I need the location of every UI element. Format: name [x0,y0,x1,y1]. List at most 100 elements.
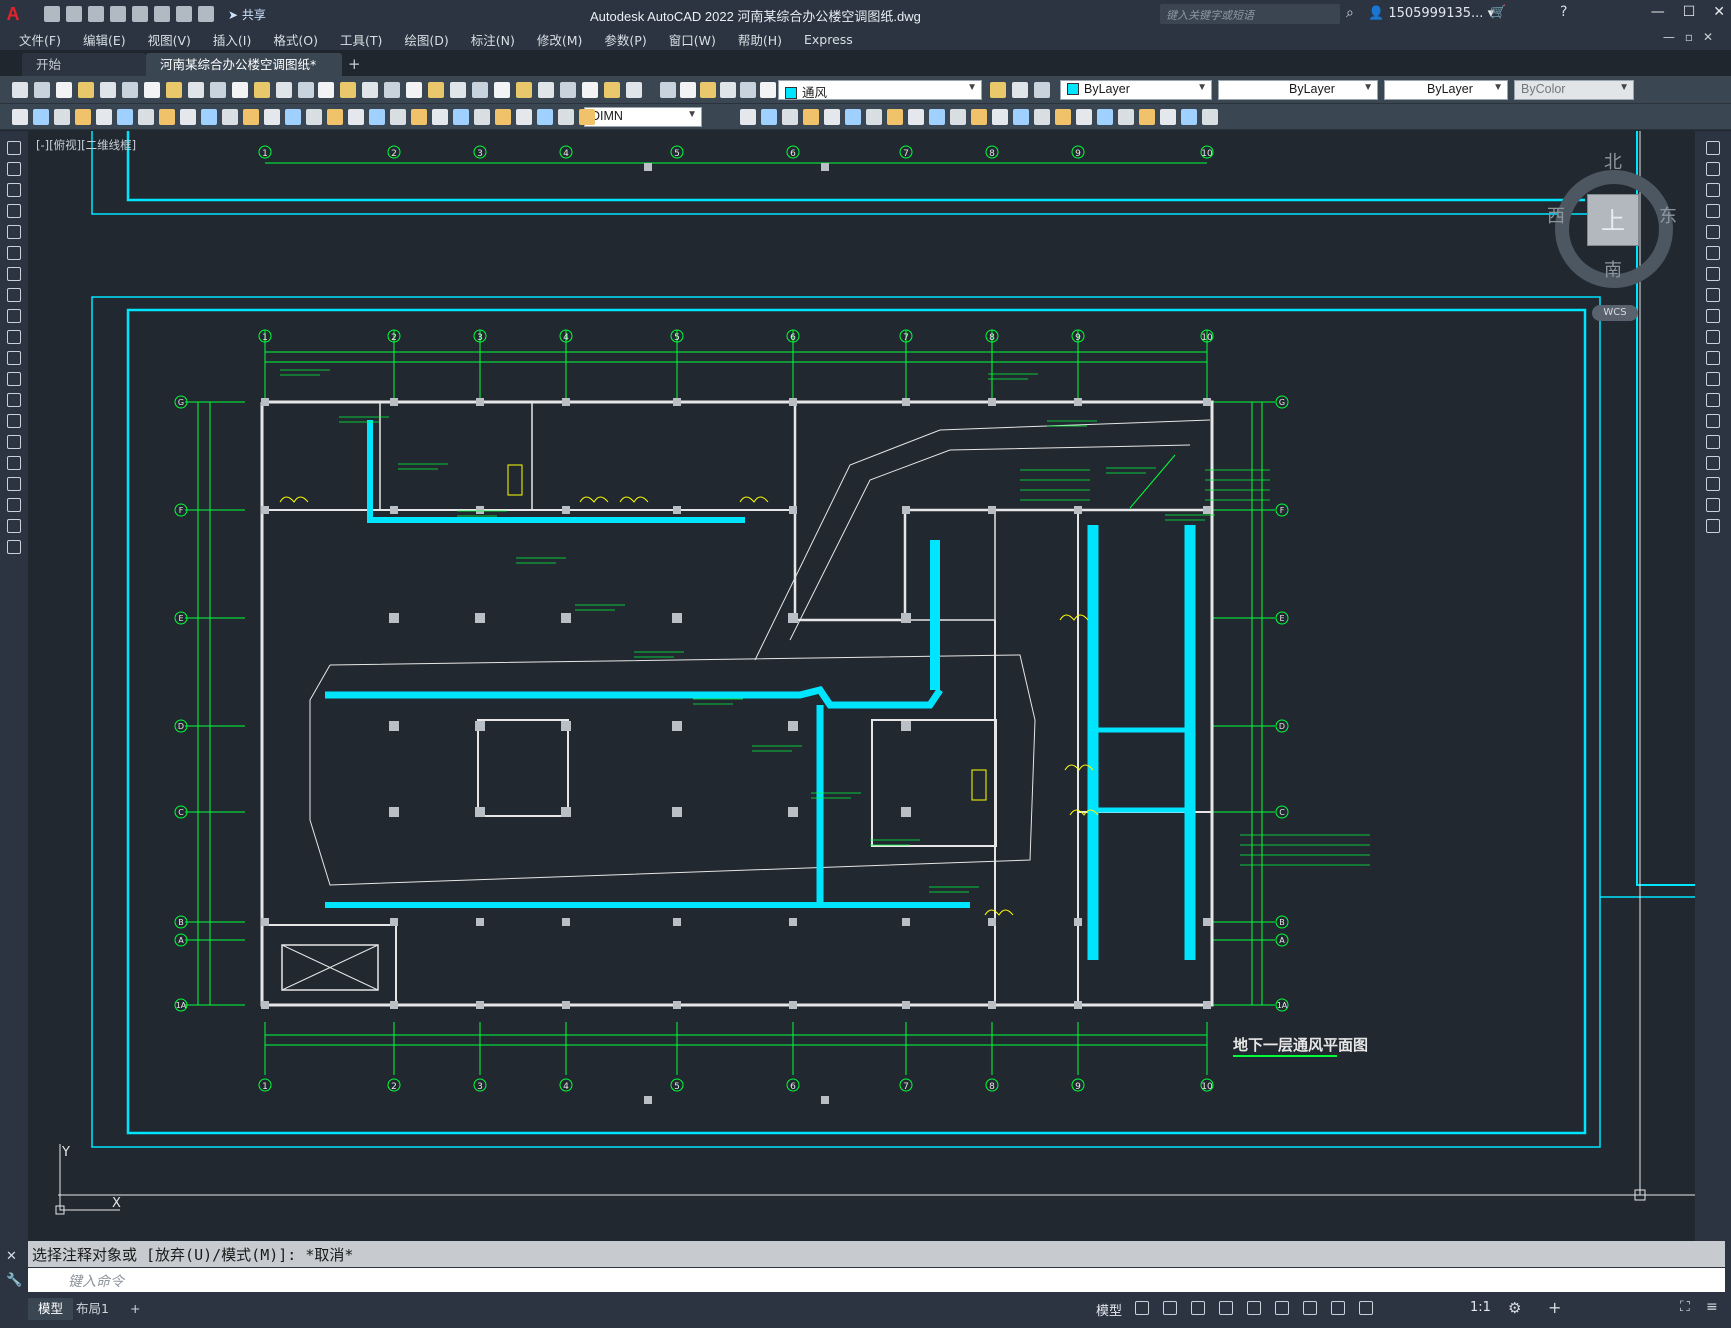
toolbar-tool-icon[interactable] [626,82,642,98]
palette-tool-icon[interactable] [1706,498,1720,512]
toolbar-tool-icon[interactable] [782,109,798,125]
toolbar-tool-icon[interactable] [210,82,226,98]
toolbar-tool-icon[interactable] [201,109,217,125]
undo-icon[interactable] [176,6,192,22]
palette-tool-icon[interactable] [1706,162,1720,176]
menu-item-2[interactable]: 视图(V) [139,30,200,49]
customize-icon[interactable]: ≡ [1706,1299,1718,1315]
palette-tool-icon[interactable] [1706,246,1720,260]
toolbar-tool-icon[interactable] [803,109,819,125]
new-tab-button[interactable]: + [348,55,361,73]
toolbar-tool-icon[interactable] [1055,109,1071,125]
toolbar-tool-icon[interactable] [494,82,510,98]
toolbar-tool-icon[interactable] [384,82,400,98]
palette-tool-icon[interactable] [7,183,21,197]
toolbar-tool-icon[interactable] [33,109,49,125]
toolbar-tool-icon[interactable] [740,82,756,98]
toolbar-tool-icon[interactable] [1202,109,1218,125]
new-icon[interactable] [44,6,60,22]
save-icon[interactable] [88,6,104,22]
toolbar-tool-icon[interactable] [908,109,924,125]
palette-tool-icon[interactable] [7,540,21,554]
toolbar-tool-icon[interactable] [34,82,50,98]
toolbar-tool-icon[interactable] [327,109,343,125]
grid-icon[interactable] [1135,1301,1149,1315]
selection-cycling-icon[interactable] [1359,1301,1373,1315]
maximize-icon[interactable]: ☐ [1683,4,1696,20]
palette-tool-icon[interactable] [1706,309,1720,323]
toolbar-tool-icon[interactable] [450,82,466,98]
model-space-toggle[interactable]: 模型 [1096,1300,1122,1319]
search-input[interactable]: 键入关键字或短语 [1160,4,1340,24]
toolbar-tool-icon[interactable] [1181,109,1197,125]
toolbar-tool-icon[interactable] [560,82,576,98]
menu-item-7[interactable]: 标注(N) [462,30,524,49]
drawing-canvas[interactable]: 1 1 1 2 2 2 3 3 3 4 4 4 5 5 5 6 6 6 7 7 7 8 8 8 9 9 9 10 10 10 G G F F E E D… [28,131,1695,1241]
wcs-menu[interactable]: WCS [1592,305,1638,321]
toolbar-tool-icon[interactable] [318,82,334,98]
toolbar-tool-icon[interactable] [1118,109,1134,125]
polar-icon[interactable] [1219,1301,1233,1315]
annotation-scale[interactable]: 1:1 [1470,1300,1491,1315]
palette-tool-icon[interactable] [7,435,21,449]
toolbar-tool-icon[interactable] [474,109,490,125]
toolbar-tool-icon[interactable] [866,109,882,125]
dimstyle-dropdown[interactable]: DIMN ▼ [584,107,702,127]
menu-item-12[interactable]: Express [795,32,862,47]
minimize-icon[interactable]: — [1651,4,1665,20]
toolbar-tool-icon[interactable] [138,109,154,125]
viewport-controls-label[interactable]: [-][俯视][二维线框] [36,137,136,153]
palette-tool-icon[interactable] [1706,351,1720,365]
command-input[interactable]: 键入命令 [28,1268,1725,1292]
toolbar-tool-icon[interactable] [117,109,133,125]
palette-tool-icon[interactable] [1706,267,1720,281]
palette-tool-icon[interactable] [1706,225,1720,239]
toolbar-tool-icon[interactable] [188,82,204,98]
toolbar-tool-icon[interactable] [1139,109,1155,125]
palette-tool-icon[interactable] [1706,456,1720,470]
add-layout-button[interactable]: + [120,1298,150,1320]
toolbar-tool-icon[interactable] [56,82,72,98]
toolbar-tool-icon[interactable] [298,82,314,98]
menu-item-3[interactable]: 插入(I) [204,30,260,49]
tab-start[interactable]: 开始 [22,53,146,76]
palette-tool-icon[interactable] [7,267,21,281]
toolbar-tool-icon[interactable] [761,109,777,125]
palette-tool-icon[interactable] [7,456,21,470]
close-icon[interactable]: ✕ [1713,4,1725,20]
menu-item-0[interactable]: 文件(F) [10,30,70,49]
toolbar-tool-icon[interactable] [537,109,553,125]
viewcube-south[interactable]: 南 [1604,256,1622,282]
user-account[interactable]: 👤 1505999135... ▾ [1368,6,1494,21]
toolbar-tool-icon[interactable] [845,109,861,125]
palette-tool-icon[interactable] [1706,519,1720,533]
toolbar-tool-icon[interactable] [558,109,574,125]
palette-tool-icon[interactable] [7,498,21,512]
toolbar-tool-icon[interactable] [54,109,70,125]
menu-item-6[interactable]: 绘图(D) [395,30,457,49]
toolbar-tool-icon[interactable] [992,109,1008,125]
palette-tool-icon[interactable] [1706,204,1720,218]
menu-item-4[interactable]: 格式(O) [264,30,327,49]
menu-item-1[interactable]: 编辑(E) [74,30,135,49]
toolbar-tool-icon[interactable] [1160,109,1176,125]
toolbar-tool-icon[interactable] [180,109,196,125]
color-dropdown[interactable]: ByLayer ▼ [1060,80,1212,100]
plus-icon[interactable]: + [1548,1298,1561,1317]
viewcube-west[interactable]: 西 [1547,202,1565,228]
palette-tool-icon[interactable] [7,330,21,344]
palette-tool-icon[interactable] [7,372,21,386]
toolbar-tool-icon[interactable] [1034,82,1050,98]
viewcube-east[interactable]: 东 [1659,202,1677,228]
transparency-icon[interactable] [1331,1301,1345,1315]
toolbar-tool-icon[interactable] [824,109,840,125]
toolbar-tool-icon[interactable] [760,82,776,98]
toolbar-tool-icon[interactable] [929,109,945,125]
toolbar-tool-icon[interactable] [340,82,356,98]
toolbar-tool-icon[interactable] [680,82,696,98]
toolbar-tool-icon[interactable] [538,82,554,98]
command-line-handle[interactable]: ✕ 🔧 [6,1245,22,1293]
lineweight-dropdown[interactable]: ByLayer ▼ [1384,80,1508,100]
palette-tool-icon[interactable] [1706,183,1720,197]
toolbar-tool-icon[interactable] [516,82,532,98]
